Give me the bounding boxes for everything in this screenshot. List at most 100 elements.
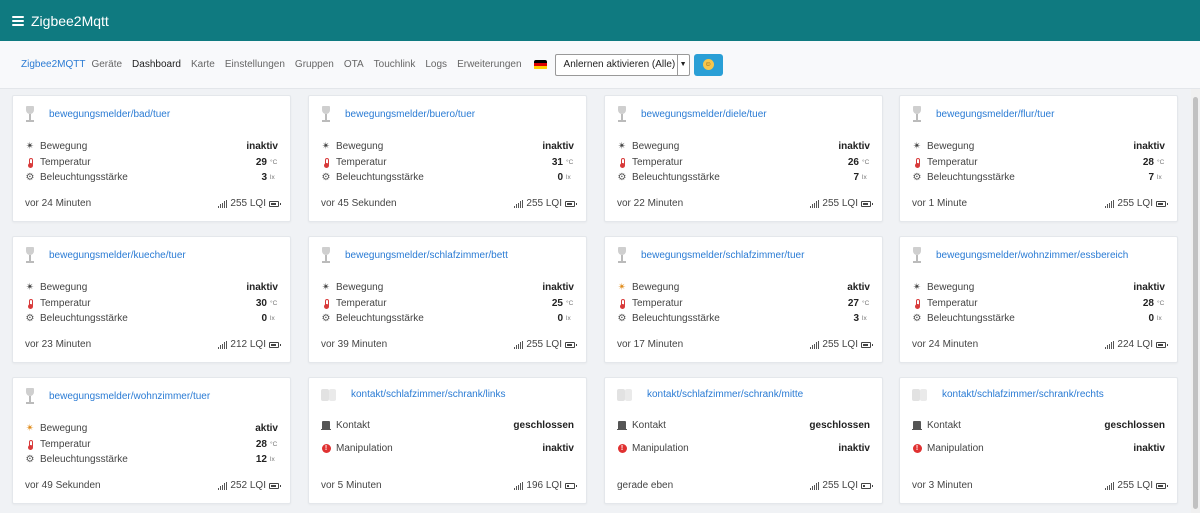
device-name-link[interactable]: kontakt/schlafzimmer/schrank/mitte bbox=[647, 389, 803, 400]
device-name-link[interactable]: kontakt/schlafzimmer/schrank/rechts bbox=[942, 389, 1104, 400]
device-name-link[interactable]: bewegungsmelder/buero/tuer bbox=[345, 109, 475, 120]
nav-link-ota[interactable]: OTA bbox=[344, 59, 364, 70]
temperature-value: 29 bbox=[255, 156, 267, 168]
device-name-link[interactable]: bewegungsmelder/flur/tuer bbox=[936, 109, 1054, 120]
exclamation-circle-icon: ! bbox=[321, 444, 331, 454]
page-scrollbar[interactable] bbox=[1191, 89, 1200, 513]
thermometer-icon bbox=[321, 157, 331, 168]
motion-row: ✴ Bewegung aktiv bbox=[25, 421, 278, 437]
tamper-label: Manipulation bbox=[336, 443, 393, 454]
app-title: Zigbee2Mqtt bbox=[31, 12, 109, 29]
motion-sensor-image bbox=[321, 106, 331, 122]
illuminance-unit: lx bbox=[1157, 315, 1162, 323]
last-seen: vor 17 Minuten bbox=[617, 339, 684, 350]
contact-row: Kontakt geschlossen bbox=[321, 414, 574, 437]
device-card: bewegungsmelder/bad/tuer ✴ Bewegung inak… bbox=[12, 95, 291, 222]
exclamation-circle-icon: ! bbox=[912, 444, 922, 454]
device-name-link[interactable]: bewegungsmelder/schlafzimmer/bett bbox=[345, 250, 508, 261]
device-attributes: ✴ Bewegung aktiv Temperatur 28 °C ⚙ Bele… bbox=[25, 421, 278, 468]
device-card: bewegungsmelder/wohnzimmer/essbereich ✴ … bbox=[899, 236, 1178, 363]
motion-row: ✴ Bewegung inaktiv bbox=[321, 280, 574, 296]
device-name-link[interactable]: bewegungsmelder/wohnzimmer/essbereich bbox=[936, 250, 1128, 261]
chevron-down-icon[interactable]: ▼ bbox=[676, 54, 689, 75]
motion-sensor-image bbox=[912, 106, 922, 122]
device-attributes: Kontakt geschlossen ! Manipulation inakt… bbox=[912, 414, 1165, 460]
lqi-number: 255 bbox=[1117, 198, 1135, 209]
device-card: bewegungsmelder/buero/tuer ✴ Bewegung in… bbox=[308, 95, 587, 222]
temperature-row: Temperatur 28 °C bbox=[912, 296, 1165, 312]
device-card-footer: vor 24 Minuten 224 LQI bbox=[912, 339, 1168, 350]
illuminance-unit: lx bbox=[270, 174, 275, 182]
lqi-value: 252 LQI bbox=[230, 480, 266, 491]
signal-strength-icon bbox=[809, 199, 820, 208]
tamper-value: inaktiv bbox=[1133, 443, 1165, 454]
last-seen: vor 24 Minuten bbox=[25, 198, 92, 209]
lqi-number: 255 bbox=[230, 198, 248, 209]
motion-label: Bewegung bbox=[336, 282, 384, 294]
scrollbar-thumb[interactable] bbox=[1193, 97, 1198, 509]
temperature-label: Temperatur bbox=[40, 438, 91, 450]
device-attributes: ✴ Bewegung inaktiv Temperatur 28 °C ⚙ Be… bbox=[912, 280, 1165, 327]
illuminance-value: 0 bbox=[557, 172, 563, 184]
thermometer-icon bbox=[617, 298, 627, 309]
battery-icon bbox=[269, 482, 281, 489]
last-seen: vor 3 Minuten bbox=[912, 480, 973, 491]
temperature-label: Temperatur bbox=[336, 297, 387, 309]
temperature-unit: °C bbox=[270, 158, 278, 166]
menu-icon[interactable] bbox=[12, 15, 24, 26]
nav-brand-link[interactable]: Zigbee2MQTT bbox=[21, 59, 85, 70]
temperature-row: Temperatur 25 °C bbox=[321, 296, 574, 312]
motion-sensor-image bbox=[25, 247, 35, 263]
device-name-link[interactable]: bewegungsmelder/kueche/tuer bbox=[49, 250, 186, 261]
motion-value: inaktiv bbox=[1133, 282, 1165, 294]
temperature-value: 31 bbox=[551, 156, 563, 168]
last-seen: gerade eben bbox=[617, 480, 674, 491]
sun-icon: ⚙ bbox=[25, 312, 35, 324]
battery-icon bbox=[1156, 200, 1168, 207]
device-card-header: bewegungsmelder/bad/tuer bbox=[25, 106, 170, 122]
nav-link-einstellungen[interactable]: Einstellungen bbox=[225, 59, 285, 70]
permit-join-select[interactable]: Anlernen aktivieren (Alle) ▼ bbox=[554, 53, 690, 76]
lqi-suffix: LQI bbox=[545, 198, 562, 209]
device-name-link[interactable]: bewegungsmelder/bad/tuer bbox=[49, 109, 170, 120]
lqi-value: 196 LQI bbox=[526, 480, 562, 491]
contact-label: Kontakt bbox=[632, 420, 666, 431]
device-name-link[interactable]: kontakt/schlafzimmer/schrank/links bbox=[351, 389, 506, 400]
thermometer-icon bbox=[321, 298, 331, 309]
lqi-value: 255 LQI bbox=[822, 198, 858, 209]
motion-row: ✴ Bewegung inaktiv bbox=[617, 139, 870, 155]
device-card-footer: vor 3 Minuten 255 LQI bbox=[912, 480, 1168, 491]
temperature-row: Temperatur 29 °C bbox=[25, 155, 278, 171]
device-card-header: bewegungsmelder/wohnzimmer/tuer bbox=[25, 388, 210, 404]
device-card-footer: vor 39 Minuten 255 LQI bbox=[321, 339, 577, 350]
battery-icon bbox=[565, 200, 577, 207]
lqi-suffix: LQI bbox=[545, 339, 562, 350]
temperature-value: 27 bbox=[847, 297, 859, 309]
lqi-value: 224 LQI bbox=[1117, 339, 1153, 350]
sun-icon: ⚙ bbox=[25, 453, 35, 465]
theme-toggle-button[interactable]: ☺ bbox=[693, 53, 723, 76]
device-attributes: Kontakt geschlossen ! Manipulation inakt… bbox=[617, 414, 870, 460]
temperature-unit: °C bbox=[862, 299, 870, 307]
nav-link-gruppen[interactable]: Gruppen bbox=[295, 59, 334, 70]
nav-link-geraete[interactable]: Geräte bbox=[91, 59, 122, 70]
illuminance-value: 3 bbox=[261, 172, 267, 184]
nav-link-erweiterungen[interactable]: Erweiterungen bbox=[457, 59, 521, 70]
nav-link-touchlink[interactable]: Touchlink bbox=[374, 59, 416, 70]
nav-link-logs[interactable]: Logs bbox=[425, 59, 447, 70]
illuminance-value: 0 bbox=[1148, 313, 1154, 325]
language-flag-icon[interactable] bbox=[533, 59, 547, 70]
nav-link-dashboard[interactable]: Dashboard bbox=[132, 59, 181, 70]
device-name-link[interactable]: bewegungsmelder/schlafzimmer/tuer bbox=[641, 250, 804, 261]
motion-row: ✴ Bewegung inaktiv bbox=[321, 139, 574, 155]
motion-value: aktiv bbox=[847, 282, 870, 294]
lqi-number: 224 bbox=[1117, 339, 1135, 350]
nav-link-karte[interactable]: Karte bbox=[191, 59, 215, 70]
device-name-link[interactable]: bewegungsmelder/diele/tuer bbox=[641, 109, 767, 120]
temperature-row: Temperatur 30 °C bbox=[25, 296, 278, 312]
lqi-value: 212 LQI bbox=[230, 339, 266, 350]
illuminance-label: Beleuchtungsstärke bbox=[632, 172, 720, 184]
device-name-link[interactable]: bewegungsmelder/wohnzimmer/tuer bbox=[49, 391, 210, 402]
motion-label: Bewegung bbox=[40, 141, 88, 153]
lqi-number: 196 bbox=[526, 480, 544, 491]
